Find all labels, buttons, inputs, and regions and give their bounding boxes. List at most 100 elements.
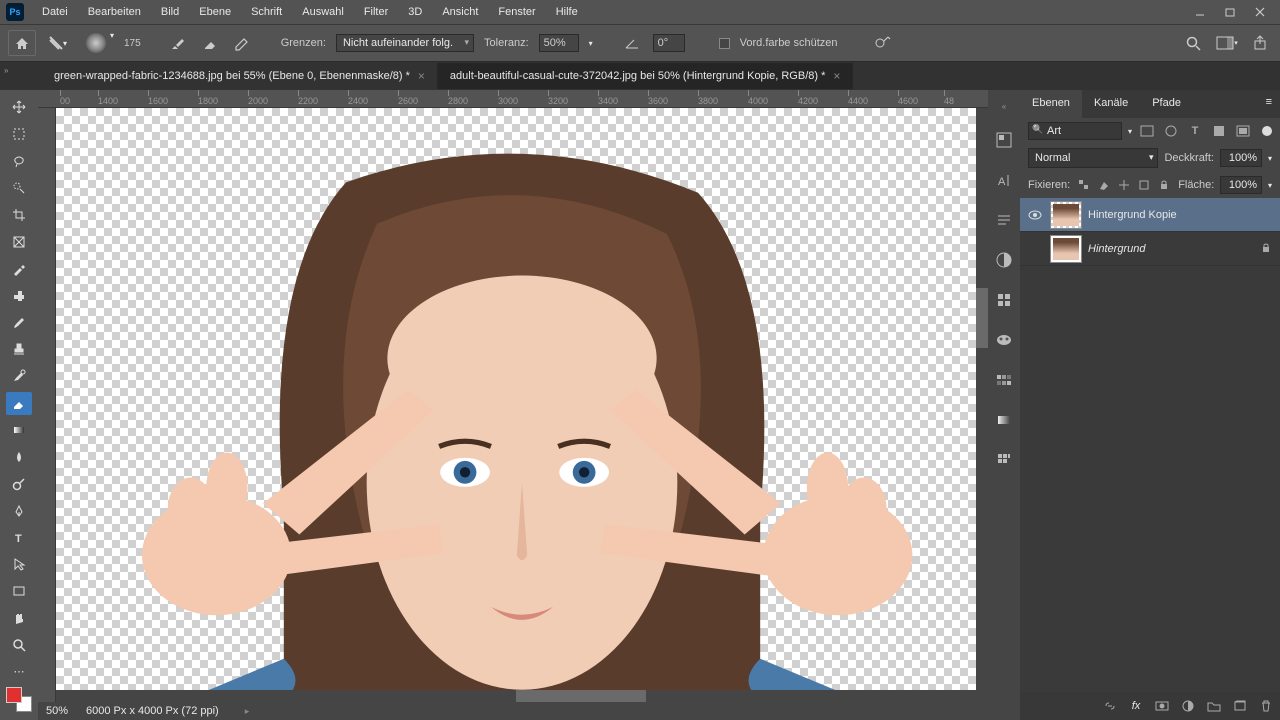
scrollbar-thumb[interactable]	[976, 288, 988, 348]
marquee-tool[interactable]	[6, 123, 32, 146]
layer-row[interactable]: Hintergrund	[1020, 232, 1280, 266]
pen-tool[interactable]	[6, 499, 32, 522]
brush-tool[interactable]	[6, 311, 32, 334]
color-panel-icon[interactable]	[993, 329, 1015, 351]
history-panel-icon[interactable]	[993, 129, 1015, 151]
lock-artboard-icon[interactable]	[1136, 177, 1152, 193]
eraser-mode-icon[interactable]	[199, 32, 221, 54]
filter-shape-icon[interactable]	[1210, 122, 1228, 140]
character-panel-icon[interactable]: A	[993, 169, 1015, 191]
rectangle-tool[interactable]	[6, 580, 32, 603]
filter-adjust-icon[interactable]	[1162, 122, 1180, 140]
blend-mode-dropdown[interactable]: Normal	[1028, 148, 1158, 168]
workspace-icon[interactable]: ▾	[1216, 32, 1238, 54]
crop-tool[interactable]	[6, 204, 32, 227]
fg-color-swatch[interactable]	[6, 687, 22, 703]
menu-bild[interactable]: Bild	[151, 2, 189, 22]
move-tool[interactable]	[6, 96, 32, 119]
visibility-toggle[interactable]	[1026, 206, 1044, 224]
menu-fenster[interactable]: Fenster	[488, 2, 545, 22]
type-tool[interactable]: T	[6, 526, 32, 549]
angle-input[interactable]: 0°	[653, 34, 685, 52]
search-icon[interactable]	[1182, 32, 1204, 54]
layer-filter-search[interactable]: Art	[1028, 122, 1122, 140]
close-button[interactable]	[1246, 2, 1274, 22]
tab-close-icon[interactable]: ×	[833, 69, 840, 83]
fill-input[interactable]: 100%	[1220, 176, 1262, 194]
delete-layer-icon[interactable]	[1258, 698, 1274, 714]
lock-pixels-icon[interactable]	[1096, 177, 1112, 193]
chevron-right-icon[interactable]: »	[4, 66, 8, 75]
menu-schrift[interactable]: Schrift	[241, 2, 292, 22]
lock-position-icon[interactable]	[1116, 177, 1132, 193]
lock-all-icon[interactable]	[1156, 177, 1172, 193]
panel-menu-icon[interactable]: ≡	[1258, 90, 1280, 118]
tab-close-icon[interactable]: ×	[418, 69, 425, 83]
adjustment-layer-icon[interactable]	[1180, 698, 1196, 714]
layer-row[interactable]: Hintergrund Kopie	[1020, 198, 1280, 232]
opacity-input[interactable]: 100%	[1220, 149, 1262, 167]
layer-name[interactable]: Hintergrund Kopie	[1088, 209, 1274, 221]
dodge-tool[interactable]	[6, 472, 32, 495]
canvas-viewport[interactable]	[56, 108, 988, 702]
filter-pixel-icon[interactable]	[1138, 122, 1156, 140]
frame-tool[interactable]	[6, 230, 32, 253]
new-layer-icon[interactable]	[1232, 698, 1248, 714]
menu-auswahl[interactable]: Auswahl	[292, 2, 354, 22]
menu-3d[interactable]: 3D	[398, 2, 432, 22]
lasso-tool[interactable]	[6, 150, 32, 173]
more-tools[interactable]: ⋯	[6, 660, 32, 683]
link-layers-icon[interactable]	[1102, 698, 1118, 714]
menu-filter[interactable]: Filter	[354, 2, 398, 22]
horizontal-scrollbar[interactable]	[56, 690, 976, 702]
document-tab-2[interactable]: adult-beautiful-casual-cute-372042.jpg b…	[438, 63, 853, 89]
filter-smart-icon[interactable]	[1234, 122, 1252, 140]
tab-kanaele[interactable]: Kanäle	[1082, 90, 1140, 118]
hand-tool[interactable]	[6, 607, 32, 630]
tolerance-input[interactable]: 50%	[539, 34, 579, 52]
history-brush-tool[interactable]	[6, 365, 32, 388]
tab-ebenen[interactable]: Ebenen	[1020, 90, 1082, 118]
pressure-icon[interactable]	[872, 32, 894, 54]
gradient-panel-icon[interactable]	[993, 409, 1015, 431]
swatches-panel-icon[interactable]	[993, 369, 1015, 391]
layer-thumbnail[interactable]	[1050, 201, 1082, 229]
libraries-panel-icon[interactable]	[993, 289, 1015, 311]
chevron-left-icon[interactable]: «	[1002, 102, 1006, 111]
filter-type-icon[interactable]: T	[1186, 122, 1204, 140]
maximize-button[interactable]	[1216, 2, 1244, 22]
protect-fg-checkbox[interactable]	[719, 38, 730, 49]
gradient-tool[interactable]	[6, 419, 32, 442]
adjustment-panel-icon[interactable]	[993, 249, 1015, 271]
group-layers-icon[interactable]	[1206, 698, 1222, 714]
tool-preset-icon[interactable]: ▾	[46, 32, 68, 54]
layer-name[interactable]: Hintergrund	[1088, 243, 1254, 255]
minimize-button[interactable]	[1186, 2, 1214, 22]
zoom-tool[interactable]	[6, 634, 32, 657]
paragraph-panel-icon[interactable]	[993, 209, 1015, 231]
layer-mask-icon[interactable]	[1154, 698, 1170, 714]
menu-hilfe[interactable]: Hilfe	[546, 2, 588, 22]
brush-preview[interactable]: ▾	[78, 29, 114, 57]
layer-thumbnail[interactable]	[1050, 235, 1082, 263]
document-tab-1[interactable]: green-wrapped-fabric-1234688.jpg bei 55%…	[42, 63, 438, 89]
scrollbar-thumb[interactable]	[516, 690, 646, 702]
eraser-tool[interactable]	[6, 392, 32, 415]
lock-transparent-icon[interactable]	[1076, 177, 1092, 193]
menu-ebene[interactable]: Ebene	[189, 2, 241, 22]
eyedropper-tool[interactable]	[6, 257, 32, 280]
chevron-right-icon[interactable]: ▸	[245, 706, 250, 717]
stamp-tool[interactable]	[6, 338, 32, 361]
patterns-panel-icon[interactable]	[993, 449, 1015, 471]
home-button[interactable]	[8, 30, 36, 56]
visibility-toggle[interactable]	[1026, 240, 1044, 258]
bounds-dropdown[interactable]: Nicht aufeinander folg.	[336, 34, 474, 52]
brush-panel-icon[interactable]	[167, 32, 189, 54]
pencil-mode-icon[interactable]	[231, 32, 253, 54]
path-select-tool[interactable]	[6, 553, 32, 576]
horizontal-ruler[interactable]: 00 1400 1600 1800 2000 2200 2400 2600 28…	[38, 90, 988, 108]
tab-pfade[interactable]: Pfade	[1140, 90, 1193, 118]
share-icon[interactable]	[1250, 32, 1272, 54]
vertical-ruler[interactable]	[38, 108, 56, 702]
menu-bearbeiten[interactable]: Bearbeiten	[78, 2, 151, 22]
